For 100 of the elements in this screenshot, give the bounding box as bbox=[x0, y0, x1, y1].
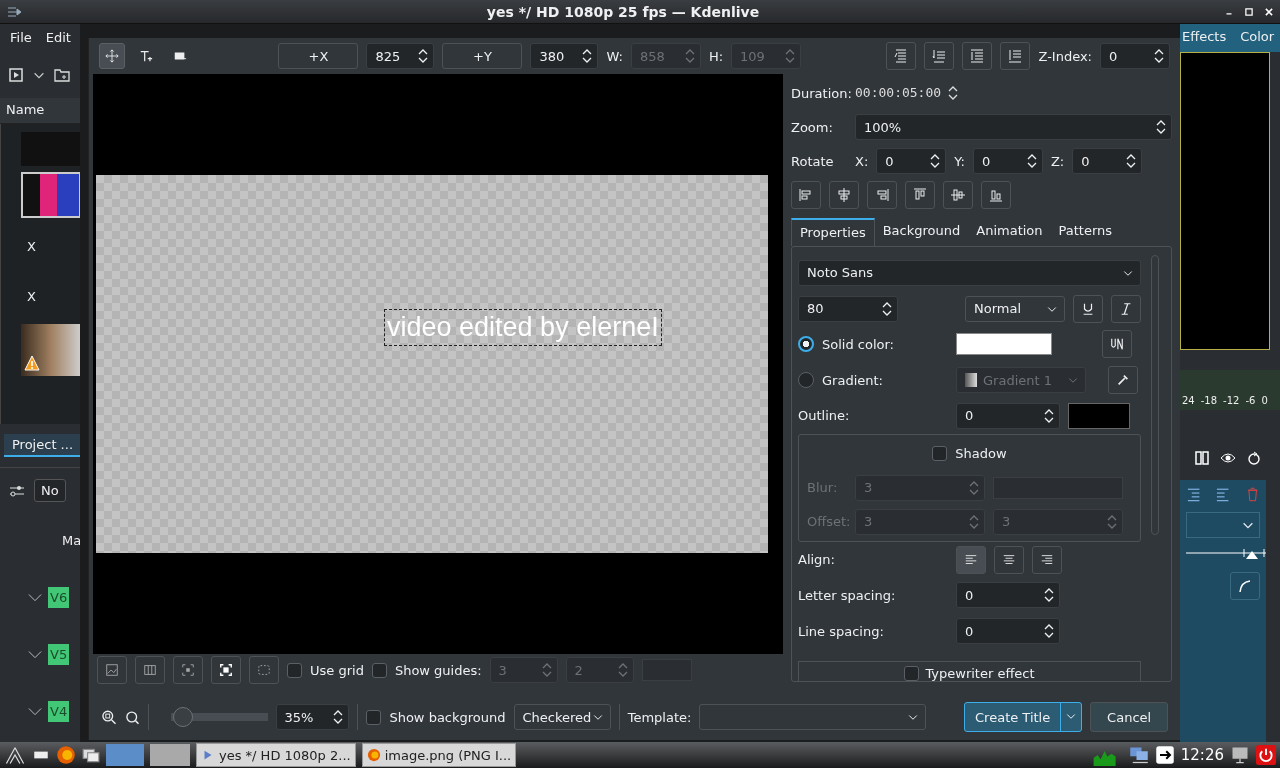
position-button[interactable]: +Y bbox=[442, 43, 523, 69]
number-field[interactable]: 0 bbox=[956, 582, 1060, 609]
checkbox[interactable] bbox=[287, 662, 302, 678]
spin-arrows-icon bbox=[1155, 119, 1167, 135]
layer-button[interactable] bbox=[962, 42, 993, 70]
taskbar-task[interactable]: yes */ HD 1080p 2... bbox=[196, 743, 356, 767]
meter-tick: 24 bbox=[1182, 395, 1195, 406]
logout-icon[interactable] bbox=[1154, 745, 1175, 765]
panel-tab[interactable]: Color bbox=[1240, 29, 1275, 47]
curve-button[interactable] bbox=[1230, 572, 1260, 600]
color-swatch[interactable] bbox=[956, 333, 1052, 356]
panel-tab[interactable]: Effects bbox=[1182, 29, 1227, 47]
checkbox[interactable] bbox=[904, 666, 920, 681]
align-button[interactable] bbox=[791, 181, 821, 209]
number-field[interactable]: 0 bbox=[1100, 43, 1170, 69]
number-field[interactable]: 380 bbox=[530, 43, 599, 69]
menu-item[interactable]: File bbox=[10, 30, 32, 46]
project-tab[interactable]: Project ... bbox=[4, 434, 80, 457]
text-align-right-icon bbox=[1040, 552, 1054, 567]
start-menu-icon[interactable] bbox=[4, 745, 26, 765]
outdent-icon[interactable] bbox=[1215, 486, 1231, 502]
reset-icon[interactable] bbox=[1246, 450, 1262, 466]
align-right-icon bbox=[874, 187, 890, 203]
field-label: Line spacing: bbox=[798, 623, 885, 639]
photo-placeholder[interactable] bbox=[21, 324, 80, 376]
layer-button[interactable] bbox=[886, 42, 917, 70]
field-label: Letter spacing: bbox=[798, 587, 897, 603]
align-button[interactable] bbox=[956, 545, 986, 574]
number-field[interactable]: 0 bbox=[1072, 148, 1143, 174]
number-field[interactable]: 0 bbox=[956, 618, 1060, 645]
maximize-icon[interactable] bbox=[1244, 6, 1254, 17]
network-icon[interactable] bbox=[1128, 745, 1149, 765]
duration-field[interactable]: 00:00:05:00 bbox=[855, 85, 960, 101]
tab[interactable]: Background bbox=[874, 218, 969, 246]
font-dropdown[interactable]: Noto Sans bbox=[798, 259, 1141, 286]
background-dropdown[interactable]: Checkered bbox=[513, 704, 611, 730]
number-field[interactable]: 0 bbox=[972, 148, 1043, 174]
monitor-icon[interactable] bbox=[1230, 745, 1250, 765]
number-field[interactable]: 0 bbox=[876, 148, 947, 174]
zoom-field[interactable]: 35% bbox=[275, 704, 350, 730]
slider-handle[interactable] bbox=[173, 707, 194, 727]
spin-arrows-icon bbox=[1125, 153, 1138, 169]
curve-icon bbox=[1237, 578, 1253, 594]
outline-color-swatch[interactable] bbox=[1068, 402, 1130, 429]
align-button[interactable] bbox=[829, 181, 859, 209]
radio-button[interactable] bbox=[798, 372, 814, 389]
checkbox[interactable] bbox=[371, 662, 387, 678]
track-label: V6 bbox=[48, 587, 70, 608]
clip-icon[interactable] bbox=[8, 67, 24, 83]
zoom-field[interactable]: 100% bbox=[855, 114, 1172, 140]
position-button[interactable]: +X bbox=[278, 43, 359, 69]
clip-name[interactable]: X bbox=[21, 224, 80, 268]
close-icon[interactable] bbox=[1264, 6, 1274, 17]
text-add-icon bbox=[139, 49, 153, 63]
underline-button[interactable] bbox=[1073, 294, 1103, 323]
radio-button[interactable] bbox=[798, 336, 814, 353]
number-field[interactable]: 80 bbox=[798, 295, 898, 322]
tab[interactable]: Animation bbox=[968, 218, 1051, 246]
split-icon[interactable] bbox=[1194, 450, 1210, 466]
checkbox[interactable] bbox=[932, 446, 948, 462]
align-button[interactable] bbox=[981, 181, 1011, 209]
image-icon bbox=[105, 663, 119, 677]
spin-arrows-icon bbox=[1043, 407, 1055, 424]
checkbox-label: Show guides: bbox=[394, 662, 482, 678]
layer-button[interactable] bbox=[1000, 42, 1031, 70]
text-case-button[interactable] bbox=[1102, 330, 1132, 359]
zoom-reset-icon[interactable] bbox=[124, 709, 140, 725]
filter-dropdown[interactable]: No bbox=[34, 479, 66, 502]
canvas-tool-button[interactable] bbox=[211, 656, 241, 684]
field-label: Blur: bbox=[807, 480, 839, 496]
italic-button[interactable] bbox=[1111, 294, 1141, 323]
number-field[interactable]: 825 bbox=[366, 43, 435, 69]
indent-icon[interactable] bbox=[1186, 486, 1202, 502]
align-button[interactable] bbox=[994, 545, 1024, 574]
warning-icon bbox=[23, 355, 41, 371]
number-field[interactable]: 0 bbox=[956, 402, 1060, 429]
gradient-swatch bbox=[965, 373, 977, 388]
align-bottom-icon bbox=[988, 187, 1004, 203]
checkbox[interactable] bbox=[366, 709, 382, 725]
taskbar-task[interactable]: image.png (PNG I... bbox=[361, 743, 517, 767]
pipette-button[interactable] bbox=[1108, 366, 1138, 395]
clip-name[interactable]: X bbox=[21, 274, 80, 318]
align-button[interactable] bbox=[1032, 545, 1062, 574]
eye-icon[interactable] bbox=[1220, 450, 1236, 466]
column-header[interactable]: Name bbox=[0, 98, 80, 124]
align-button[interactable] bbox=[943, 181, 973, 209]
zoom-icon[interactable] bbox=[101, 709, 117, 725]
align-button[interactable] bbox=[905, 181, 935, 209]
tab[interactable]: Patterns bbox=[1050, 218, 1121, 246]
menu-item[interactable]: Edit bbox=[45, 30, 71, 46]
firefox-icon[interactable] bbox=[56, 745, 76, 765]
field-label: Align: bbox=[798, 552, 836, 568]
weight-dropdown[interactable]: Normal bbox=[965, 295, 1065, 322]
tab[interactable]: Properties bbox=[791, 218, 875, 246]
cancel-button[interactable]: Cancel bbox=[1090, 702, 1168, 732]
windows-icon[interactable] bbox=[82, 746, 100, 764]
folder-add-icon[interactable] bbox=[54, 67, 70, 83]
power-icon[interactable] bbox=[1256, 745, 1276, 765]
layer-button[interactable] bbox=[924, 42, 955, 70]
align-button[interactable] bbox=[867, 181, 897, 209]
